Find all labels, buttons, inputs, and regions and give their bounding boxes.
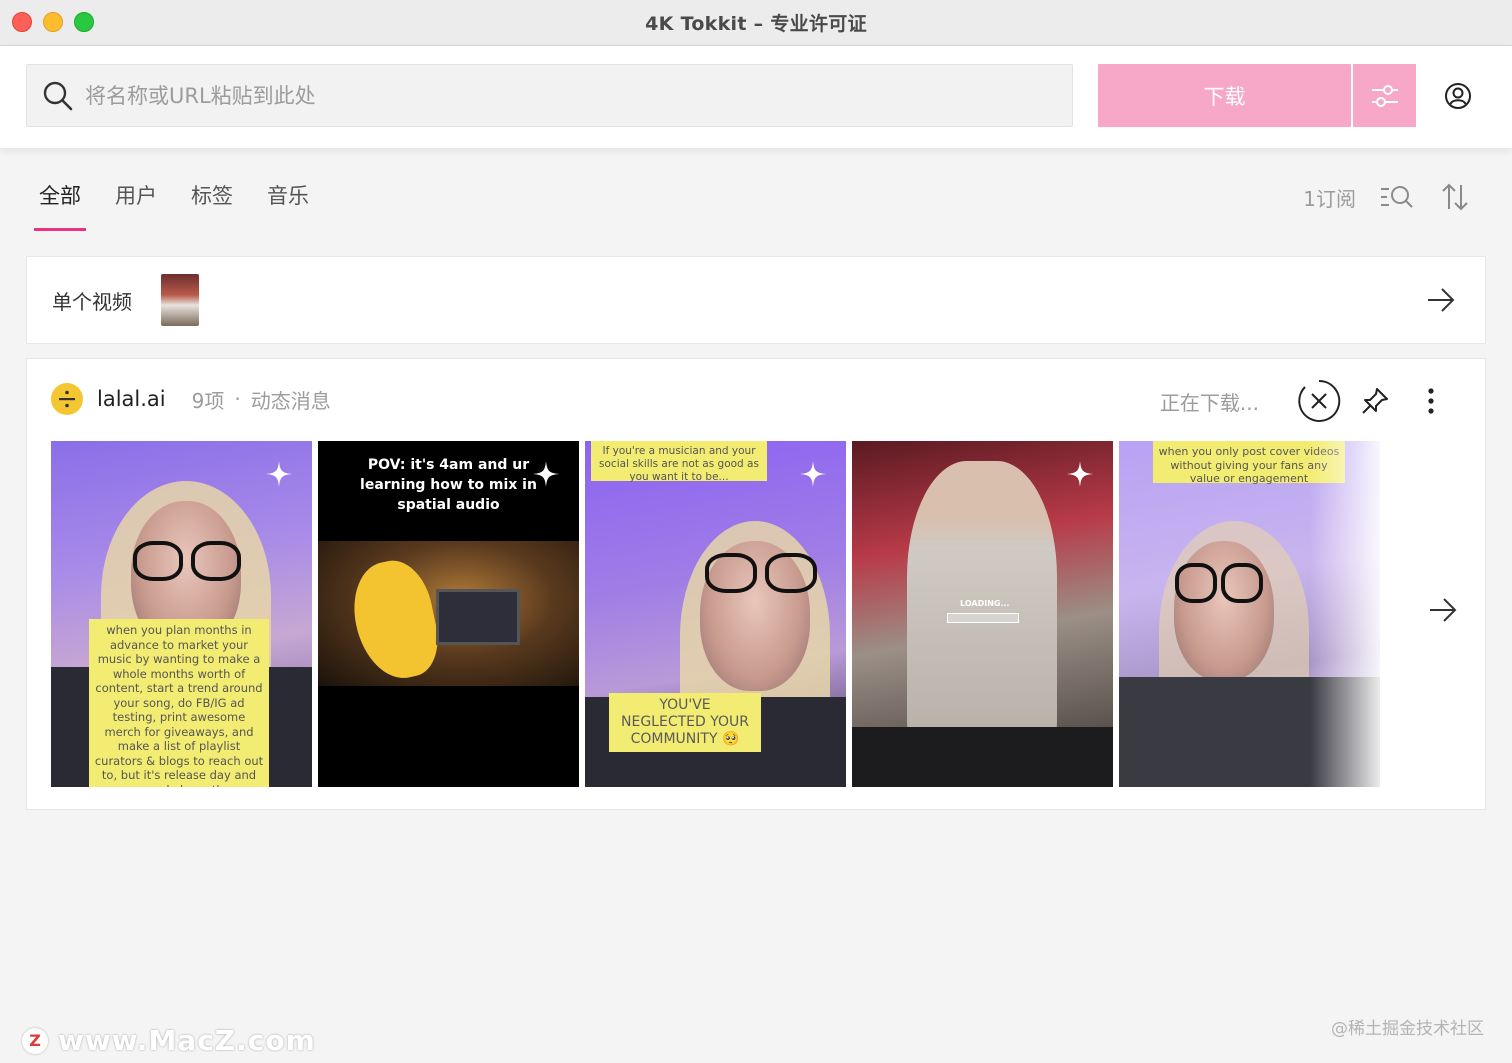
toolbar: 下载 — [0, 46, 1512, 148]
subscription-count[interactable]: 1订阅 — [1303, 183, 1356, 212]
laptop-shape — [436, 589, 520, 645]
sort-button[interactable] — [1438, 180, 1472, 214]
glasses-shape — [191, 541, 241, 581]
minimize-window-button[interactable] — [43, 12, 63, 32]
sparkle-icon — [800, 461, 826, 487]
filter-tabs: 全部 用户 标签 音乐 — [34, 180, 338, 231]
close-circle-icon — [1298, 379, 1341, 422]
tab-tags[interactable]: 标签 — [186, 180, 238, 228]
channel-name[interactable]: lalal.ai — [97, 387, 166, 411]
more-options-button[interactable] — [1409, 379, 1453, 423]
tab-all[interactable]: 全部 — [34, 180, 86, 231]
video-thumbnail[interactable]: when you plan months in advance to marke… — [51, 441, 312, 787]
pin-button[interactable] — [1353, 379, 1397, 423]
video-caption-top: If you're a musician and your social ski… — [591, 441, 767, 483]
arrow-right-icon[interactable] — [1427, 287, 1455, 313]
window-title: 4K Tokkit – 专业许可证 — [645, 13, 867, 35]
user-circle-icon — [1445, 83, 1471, 109]
single-videos-row[interactable]: 单个视频 — [26, 256, 1486, 344]
download-settings-button[interactable] — [1353, 64, 1416, 127]
url-input[interactable] — [85, 83, 985, 108]
download-button[interactable]: 下载 — [1098, 64, 1351, 127]
video-thumbnail[interactable]: LOADING... — [852, 441, 1113, 787]
loading-bar — [947, 613, 1019, 623]
video-thumbnail[interactable]: when you only post cover videos without … — [1119, 441, 1380, 787]
glasses-shape — [133, 541, 183, 581]
video-caption-bottom: YOU'VE NEGLECTED YOUR COMMUNITY 🥺 — [609, 693, 761, 752]
account-button[interactable] — [1440, 78, 1476, 114]
channel-header: lalal.ai 9项 · 动态消息 — [51, 383, 331, 415]
maximize-window-button[interactable] — [74, 12, 94, 32]
list-search-icon — [1381, 186, 1413, 208]
channel-card: lalal.ai 9项 · 动态消息 正在下载... when you plan… — [26, 358, 1486, 810]
video-thumbnail[interactable]: POV: it's 4am and ur learning how to mix… — [318, 441, 579, 787]
glasses-shape — [1221, 563, 1263, 603]
window-controls — [12, 12, 94, 32]
sparkle-icon — [1067, 461, 1093, 487]
tab-music[interactable]: 音乐 — [262, 180, 314, 228]
dj-deck-shape — [852, 727, 1113, 787]
search-box[interactable] — [26, 64, 1073, 127]
separator-dot: · — [234, 387, 241, 411]
download-status: 正在下载... — [1159, 390, 1259, 415]
channel-avatar — [51, 383, 83, 415]
search-icon — [43, 81, 73, 110]
glasses-shape — [765, 553, 817, 593]
sort-icon — [1442, 183, 1468, 211]
close-window-button[interactable] — [12, 12, 32, 32]
glasses-shape — [1175, 563, 1217, 603]
tab-users[interactable]: 用户 — [110, 180, 162, 228]
more-vertical-icon — [1428, 388, 1434, 414]
channel-item-count: 9项 — [191, 388, 225, 413]
watermark-text: www.MacZ.com — [58, 1024, 316, 1057]
sparkle-icon — [533, 461, 559, 487]
divide-logo-icon — [59, 390, 75, 408]
single-videos-label: 单个视频 — [52, 289, 132, 314]
watermark-logo: Z — [22, 1027, 48, 1054]
video-thumbnail[interactable]: If you're a musician and your social ski… — [585, 441, 846, 787]
pin-icon — [1362, 388, 1388, 414]
title-bar: 4K Tokkit – 专业许可证 — [0, 0, 1512, 46]
video-caption: when you plan months in advance to marke… — [89, 619, 269, 787]
tab-actions: 1订阅 — [1303, 180, 1472, 214]
arrow-right-icon[interactable] — [1429, 597, 1457, 623]
watermark-left: Z www.MacZ.com — [22, 1024, 316, 1057]
cancel-download-button[interactable] — [1297, 379, 1341, 423]
video-thumbnails: when you plan months in advance to marke… — [51, 441, 1391, 787]
fade-overlay — [1310, 441, 1380, 787]
sliders-icon — [1371, 84, 1398, 107]
loading-label: LOADING... — [960, 599, 1010, 608]
face-shape — [1174, 541, 1274, 681]
watermark-right: @稀土掘金技术社区 — [1331, 1019, 1484, 1039]
single-video-thumbnail — [161, 274, 199, 326]
channel-controls: 正在下载... — [1160, 379, 1453, 423]
search-list-button[interactable] — [1380, 180, 1414, 214]
sparkle-icon — [266, 461, 292, 487]
channel-type: 动态消息 — [250, 388, 331, 413]
glasses-shape — [705, 553, 757, 593]
app-window: 4K Tokkit – 专业许可证 下载 — [0, 0, 1512, 1063]
